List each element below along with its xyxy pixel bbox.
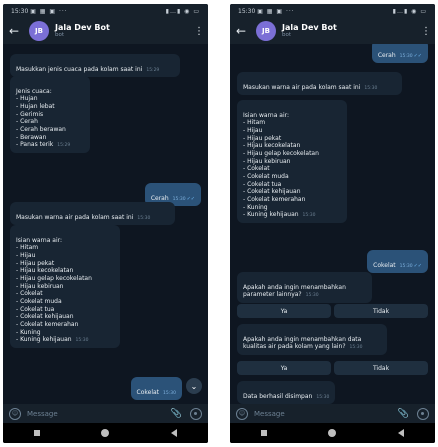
message-text: Isian warna air: - Hitam - Hijau - Hijau… — [243, 111, 319, 219]
message-incoming: Apakah anda ingin menambahkan data kuali… — [237, 324, 387, 356]
message-outgoing: Cokelat 15:30 — [130, 377, 182, 401]
message-text: Apakah anda ingin menambahkan data kuali… — [243, 335, 362, 351]
message-incoming: Apakah anda ingin menambahkan parameter … — [237, 272, 372, 304]
status-time: 15:30 — [238, 7, 256, 15]
chat-title-block[interactable]: Jala Dev Bot bot — [55, 22, 194, 39]
message-time: 15:30 — [364, 85, 378, 91]
message-text: Apakah anda ingin menambahkan parameter … — [243, 283, 346, 299]
avatar[interactable]: JB — [256, 21, 276, 41]
avatar[interactable]: JB — [29, 21, 49, 41]
phone-screen-left: 15:30 ▣ ▦ ▣ ··· ▮…▮ ◉ ▭ ← JB Jala Dev Bo… — [3, 4, 208, 443]
message-incoming: Masukan warna air pada kolam saat ini 15:… — [237, 72, 402, 96]
yes-button[interactable]: Ya — [237, 304, 331, 318]
status-bar: 15:30 ▣ ▦ ▣ ··· ▮…▮ ◉ ▭ — [230, 4, 435, 18]
message-time: 15:30 — [302, 213, 316, 219]
emoji-icon[interactable]: ☺ — [236, 407, 248, 420]
chat-header: ← JB Jala Dev Bot bot ⋮ — [3, 18, 208, 44]
message-outgoing: Cerah 15:30✓✓ — [371, 44, 428, 64]
recent-apps-icon[interactable] — [260, 430, 267, 436]
message-time: 15:30 — [316, 394, 330, 400]
back-triangle-icon[interactable] — [171, 429, 178, 437]
message-incoming: Masukan warna air pada kolam saat ini 15:… — [10, 202, 175, 226]
message-incoming: Data berhasil disimpan 15:30 — [237, 381, 336, 404]
message-outgoing: Cokelat 15:30✓✓ — [367, 250, 428, 274]
message-time: 15:30 — [137, 215, 151, 221]
message-time: 15:30 — [349, 345, 363, 351]
chat-title-block[interactable]: Jala Dev Bot bot — [282, 22, 421, 39]
inline-keyboard: Ya Tidak — [237, 361, 428, 375]
attach-icon[interactable]: 📎 — [398, 409, 409, 419]
read-check-icon: ✓✓ — [186, 195, 195, 202]
message-time: 15:30 — [305, 293, 319, 299]
signal-battery-icon: ▮…▮ ◉ ▭ — [165, 7, 200, 15]
message-incoming: Isian warna air: - Hitam - Hijau - Hijau… — [237, 100, 347, 224]
back-arrow-icon[interactable]: ← — [236, 24, 252, 38]
screenshot-stage: 15:30 ▣ ▦ ▣ ··· ▮…▮ ◉ ▭ ← JB Jala Dev Bo… — [0, 0, 438, 447]
chat-title: Jala Dev Bot — [282, 22, 337, 32]
message-text: Data berhasil disimpan — [243, 392, 313, 400]
signal-battery-icon: ▮…▮ ◉ ▭ — [392, 7, 427, 15]
message-time: 15:29 — [57, 143, 71, 149]
status-left: 15:30 ▣ ▦ ▣ ··· — [11, 8, 68, 15]
chat-header: ← JB Jala Dev Bot bot ⋮ — [230, 18, 435, 44]
message-text: Cokelat — [136, 388, 160, 396]
message-list[interactable]: Cerah 15:30✓✓ Masukan warna air pada kola… — [230, 44, 435, 404]
phone-screen-right: 15:30 ▣ ▦ ▣ ··· ▮…▮ ◉ ▭ ← JB Jala Dev Bo… — [230, 4, 435, 443]
message-time: 15:30 — [75, 338, 89, 344]
android-nav-bar — [3, 423, 208, 443]
message-input[interactable] — [254, 409, 394, 418]
message-text: Isian warna air: - Hitam - Hijau - Hijau… — [16, 236, 92, 344]
no-button[interactable]: Tidak — [334, 304, 428, 318]
scroll-down-button[interactable]: ⌄ — [186, 378, 202, 394]
more-menu-icon[interactable]: ⋮ — [194, 26, 204, 37]
message-input[interactable] — [27, 409, 167, 418]
chat-title: Jala Dev Bot — [55, 22, 110, 32]
message-input-bar: ☺ 📎 — [3, 404, 208, 423]
read-check-icon: ✓✓ — [413, 52, 422, 59]
message-time: 15:30 — [399, 263, 413, 269]
status-left: 15:30 ▣ ▦ ▣ ··· — [238, 8, 295, 15]
message-list[interactable]: Masukkan jenis cuaca pada kolam saat ini… — [3, 44, 208, 404]
read-check-icon: ✓✓ — [413, 262, 422, 269]
camera-icon[interactable] — [190, 407, 202, 420]
back-arrow-icon[interactable]: ← — [9, 24, 25, 38]
message-text: Cokelat — [373, 261, 396, 269]
message-incoming: Masukkan jenis cuaca pada kolam saat ini… — [10, 54, 180, 78]
message-text: Masukan warna air pada kolam saat ini — [243, 83, 361, 91]
attach-icon[interactable]: 📎 — [171, 409, 182, 419]
message-text: Cerah — [150, 194, 169, 202]
notification-icons: ▣ ▦ ▣ ··· — [257, 7, 295, 15]
message-input-bar: ☺ 📎 — [230, 404, 435, 423]
message-incoming: Jenis cuaca: - Hujan - Hujan lebat - Ger… — [10, 76, 90, 154]
recent-apps-icon[interactable] — [33, 430, 40, 436]
message-incoming: Isian warna air: - Hitam - Hijau - Hijau… — [10, 225, 120, 349]
notification-icons: ▣ ▦ ▣ ··· — [30, 7, 68, 15]
message-text: Jenis cuaca: - Hujan - Hujan lebat - Ger… — [16, 87, 66, 149]
home-icon[interactable] — [328, 429, 337, 437]
back-triangle-icon[interactable] — [398, 429, 405, 437]
status-time: 15:30 — [11, 7, 29, 15]
yes-button[interactable]: Ya — [237, 361, 331, 375]
no-button[interactable]: Tidak — [334, 361, 428, 375]
message-text: Cerah — [377, 51, 396, 59]
chat-subtitle: bot — [55, 32, 65, 39]
message-time: 15:30 — [399, 53, 413, 59]
message-text: Masukkan jenis cuaca pada kolam saat ini — [16, 65, 143, 73]
android-nav-bar — [230, 423, 435, 443]
status-bar: 15:30 ▣ ▦ ▣ ··· ▮…▮ ◉ ▭ — [3, 4, 208, 18]
home-icon[interactable] — [101, 429, 110, 437]
message-time: 15:30 — [163, 390, 176, 396]
chevron-down-icon: ⌄ — [190, 381, 198, 391]
chat-subtitle: bot — [282, 32, 292, 39]
message-text: Masukan warna air pada kolam saat ini — [16, 213, 134, 221]
inline-keyboard: Ya Tidak — [237, 304, 428, 318]
camera-icon[interactable] — [417, 407, 429, 420]
message-time: 15:30 — [172, 196, 186, 202]
message-time: 15:29 — [146, 67, 160, 73]
more-menu-icon[interactable]: ⋮ — [421, 26, 431, 37]
emoji-icon[interactable]: ☺ — [9, 407, 21, 420]
